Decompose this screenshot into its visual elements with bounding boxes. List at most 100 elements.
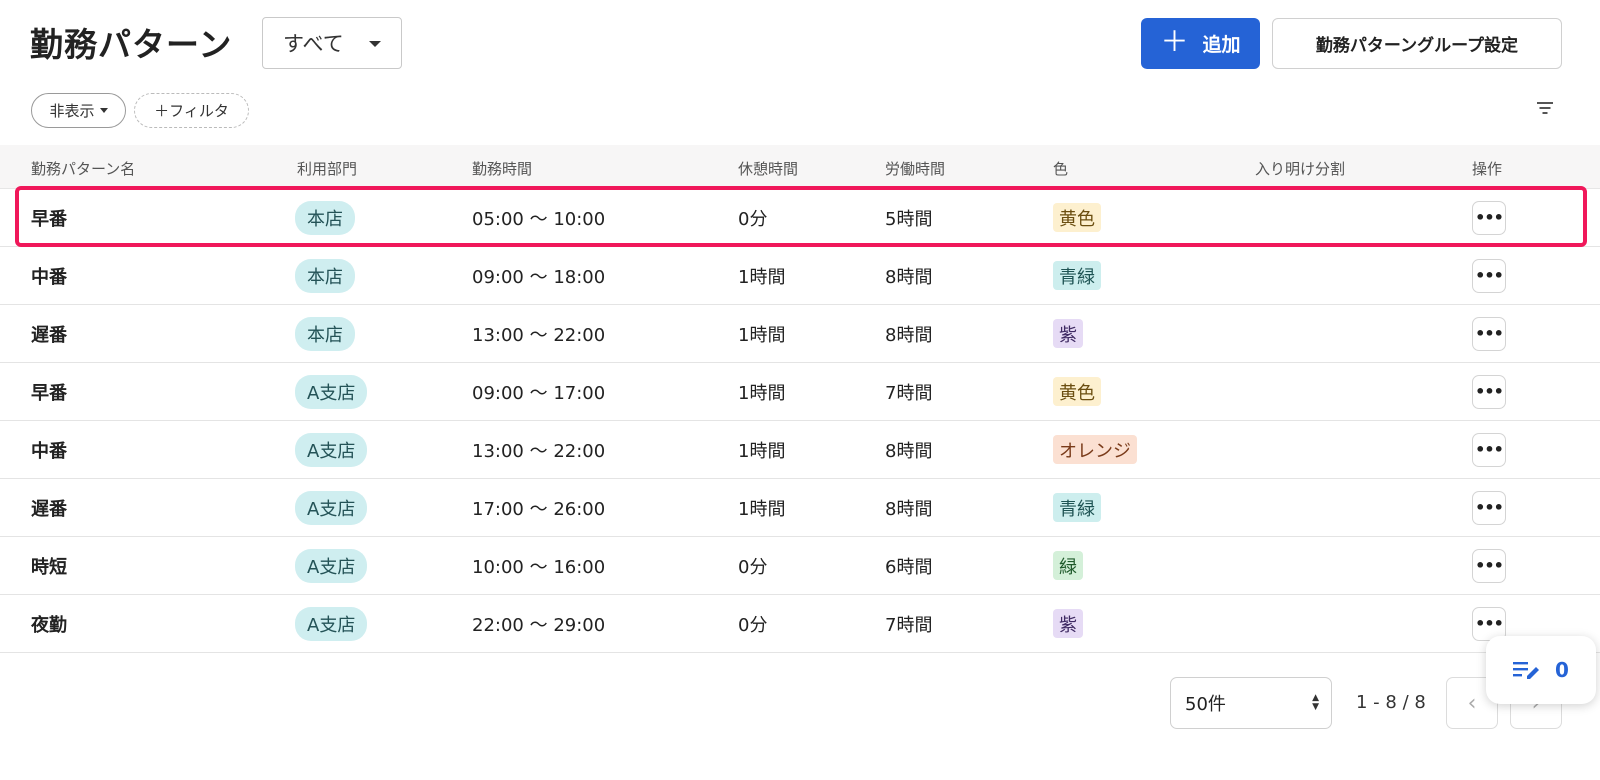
filter-icon[interactable] [1536, 102, 1554, 116]
pattern-name: 早番 [31, 208, 67, 230]
table-row[interactable]: 遅番 A支店 17:00 〜 26:00 1時間 8時間 青緑 ••• [0, 479, 1600, 537]
work-hours: 05:00 〜 10:00 [472, 208, 606, 230]
pattern-name: 夜勤 [31, 614, 67, 636]
break-time: 1時間 [738, 498, 786, 520]
scope-select[interactable]: すべて [262, 17, 402, 69]
scope-select-value: すべて [283, 32, 344, 56]
hidden-filter-chip[interactable]: 非表示 [31, 93, 126, 128]
actions-cell: ••• [1472, 247, 1506, 304]
work-hours: 10:00 〜 16:00 [472, 556, 606, 578]
color-tag: 青緑 [1053, 493, 1101, 522]
ellipsis-icon: ••• [1475, 439, 1504, 459]
pattern-name: 時短 [31, 556, 67, 578]
dept-cell: A支店 [295, 421, 368, 478]
table-row[interactable]: 時短 A支店 10:00 〜 16:00 0分 6時間 緑 ••• [0, 537, 1600, 595]
chevron-left-icon: ‹ [1467, 690, 1477, 716]
labor-time: 7時間 [885, 382, 933, 404]
table-row[interactable]: 遅番 本店 13:00 〜 22:00 1時間 8時間 紫 ••• [0, 305, 1600, 363]
table-header: 勤務パターン名 利用部門 勤務時間 休憩時間 労働時間 色 入り明け分割 操作 [0, 145, 1600, 189]
more-options-button[interactable]: ••• [1472, 374, 1506, 409]
work-hours: 22:00 〜 29:00 [472, 614, 606, 636]
work-hours: 09:00 〜 17:00 [472, 382, 606, 404]
more-options-button[interactable]: ••• [1472, 258, 1506, 293]
table-row[interactable]: 中番 本店 09:00 〜 18:00 1時間 8時間 青緑 ••• [0, 247, 1600, 305]
table-body: 早番 本店 05:00 〜 10:00 0分 5時間 黄色 ••• 中番 本店 09:00 〜 1… [0, 189, 1600, 653]
fab-count: 0 [1555, 658, 1569, 682]
color-cell: 黄色 [1053, 189, 1101, 246]
break-time: 0分 [738, 614, 768, 636]
ellipsis-icon: ••• [1475, 613, 1504, 633]
edit-list-fab[interactable]: 0 [1486, 636, 1596, 704]
more-options-button[interactable]: ••• [1472, 490, 1506, 525]
color-tag: 黄色 [1053, 377, 1101, 406]
add-filter-chip[interactable]: ＋フィルタ [134, 93, 249, 128]
labor-time: 7時間 [885, 614, 933, 636]
labor-time: 8時間 [885, 266, 933, 288]
dept-cell: 本店 [295, 189, 355, 246]
add-button[interactable]: ＋ 追加 [1141, 18, 1260, 69]
more-options-button[interactable]: ••• [1472, 200, 1506, 235]
more-options-button[interactable]: ••• [1472, 432, 1506, 467]
dept-badge: A支店 [295, 432, 368, 467]
add-button-label: 追加 [1202, 34, 1241, 56]
per-page-select[interactable]: 50件 ▲ ▼ [1170, 677, 1332, 729]
color-cell: 青緑 [1053, 247, 1101, 304]
column-header-color: 色 [1053, 160, 1069, 178]
more-options-button[interactable]: ••• [1472, 548, 1506, 583]
more-options-button[interactable]: ••• [1472, 316, 1506, 351]
break-time: 0分 [738, 208, 768, 230]
color-cell: 緑 [1053, 537, 1083, 594]
color-tag: 紫 [1053, 319, 1083, 348]
actions-cell: ••• [1472, 537, 1506, 594]
caret-down-icon [99, 108, 108, 113]
color-cell: 紫 [1053, 595, 1083, 652]
group-settings-button[interactable]: 勤務パターングループ設定 [1272, 18, 1562, 69]
work-hours: 09:00 〜 18:00 [472, 266, 606, 288]
pattern-name: 中番 [31, 266, 67, 288]
ellipsis-icon: ••• [1475, 555, 1504, 575]
actions-cell: ••• [1472, 305, 1506, 362]
hidden-filter-label: 非表示 [49, 102, 95, 120]
dept-badge: A支店 [295, 548, 368, 583]
dept-badge: 本店 [295, 258, 355, 293]
break-time: 0分 [738, 556, 768, 578]
color-cell: 青緑 [1053, 479, 1101, 536]
dept-cell: 本店 [295, 305, 355, 362]
dept-cell: A支店 [295, 537, 368, 594]
dept-badge: A支店 [295, 606, 368, 641]
color-cell: 紫 [1053, 305, 1083, 362]
pattern-name: 早番 [31, 382, 67, 404]
ellipsis-icon: ••• [1475, 497, 1504, 517]
dept-cell: A支店 [295, 595, 368, 652]
page-header: 勤務パターン すべて ＋ 追加 勤務パターングループ設定 [0, 0, 1600, 90]
table-row[interactable]: 中番 A支店 13:00 〜 22:00 1時間 8時間 オレンジ ••• [0, 421, 1600, 479]
break-time: 1時間 [738, 266, 786, 288]
column-header-split: 入り明け分割 [1255, 160, 1346, 178]
actions-cell: ••• [1472, 363, 1506, 420]
table-row[interactable]: 夜勤 A支店 22:00 〜 29:00 0分 7時間 紫 ••• [0, 595, 1600, 653]
dept-badge: A支店 [295, 374, 368, 409]
pattern-name: 遅番 [31, 498, 67, 520]
dept-cell: 本店 [295, 247, 355, 304]
color-cell: 黄色 [1053, 363, 1101, 420]
ellipsis-icon: ••• [1475, 207, 1504, 227]
column-header-dept: 利用部門 [297, 160, 358, 178]
table-row[interactable]: 早番 本店 05:00 〜 10:00 0分 5時間 黄色 ••• [0, 189, 1600, 247]
color-cell: オレンジ [1053, 421, 1137, 478]
color-tag: 黄色 [1053, 203, 1101, 232]
labor-time: 8時間 [885, 498, 933, 520]
column-header-name: 勤務パターン名 [31, 160, 136, 178]
dept-badge: 本店 [295, 316, 355, 351]
dept-badge: A支店 [295, 490, 368, 525]
page-title: 勤務パターン [30, 25, 233, 64]
work-hours: 13:00 〜 22:00 [472, 324, 606, 346]
labor-time: 8時間 [885, 324, 933, 346]
color-tag: 緑 [1053, 551, 1083, 580]
color-tag: 青緑 [1053, 261, 1101, 290]
color-tag: オレンジ [1053, 435, 1137, 464]
column-header-work: 労働時間 [885, 160, 946, 178]
column-header-hours: 勤務時間 [472, 160, 533, 178]
table-row[interactable]: 早番 A支店 09:00 〜 17:00 1時間 7時間 黄色 ••• [0, 363, 1600, 421]
chevron-down-icon [369, 41, 381, 47]
per-page-value: 50件 [1185, 694, 1226, 715]
